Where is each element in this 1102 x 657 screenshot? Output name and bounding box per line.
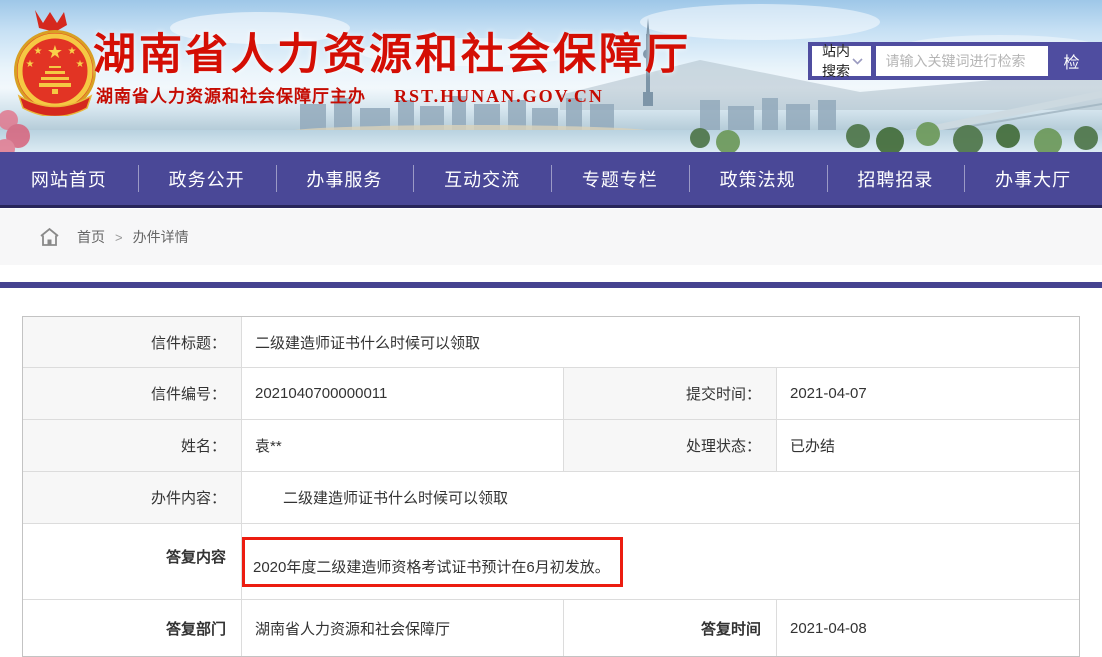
name-value: 袁**	[241, 419, 563, 471]
letter-no-label: 信件编号：	[23, 367, 241, 419]
letter-no-value: 2021040700000011	[241, 367, 563, 419]
nav-item-service-hall[interactable]: 办事大厅	[964, 152, 1102, 205]
nav-item-policies[interactable]: 政策法规	[688, 152, 827, 205]
main-nav: 网站首页 政务公开 办事服务 互动交流 专题专栏 政策法规 招聘招录 办事大厅	[0, 152, 1102, 208]
name-label: 姓名：	[23, 419, 241, 471]
breadcrumb-home-link[interactable]: 首页	[77, 227, 105, 247]
reply-time-label: 答复时间	[563, 599, 776, 656]
chevron-down-icon	[851, 57, 863, 65]
site-domain: RST.HUNAN.GOV.CN	[394, 86, 604, 106]
section-divider-bar	[0, 282, 1102, 288]
status-label: 处理状态：	[563, 419, 776, 471]
search-scope-label: 站内搜索	[822, 43, 850, 79]
nav-item-home[interactable]: 网站首页	[0, 152, 138, 205]
letter-title-value: 二级建造师证书什么时候可以领取	[241, 317, 1079, 367]
site-search-bar: 站内搜索 检 索	[808, 42, 1102, 80]
svg-text:★: ★	[47, 42, 63, 63]
national-emblem-logo: ★ ★ ★ ★ ★	[14, 10, 96, 116]
search-scope-select[interactable]: 站内搜索	[812, 43, 871, 79]
search-button[interactable]: 检 索	[1048, 42, 1102, 80]
search-input[interactable]	[875, 46, 1048, 76]
reply-dept-label: 答复部门	[23, 599, 241, 656]
reply-content-cell: 2020年度二级建造师资格考试证书预计在6月初发放。	[241, 523, 1079, 599]
reply-time-value: 2021-04-08	[776, 599, 1079, 656]
breadcrumb: 首页 > 办件详情	[0, 209, 1102, 265]
site-subtitle: 湖南省人力资源和社会保障厅主办	[96, 87, 366, 106]
status-value: 已办结	[776, 419, 1079, 471]
reply-content-highlight-box: 2020年度二级建造师资格考试证书预计在6月初发放。	[242, 537, 623, 587]
svg-text:★: ★	[26, 59, 35, 70]
letter-title-label: 信件标题：	[23, 317, 241, 367]
nav-item-gov-affairs[interactable]: 政务公开	[137, 152, 276, 205]
breadcrumb-current-page: 办件详情	[132, 229, 189, 245]
nav-item-recruitment[interactable]: 招聘招录	[826, 152, 965, 205]
letter-detail-table: 信件标题： 二级建造师证书什么时候可以领取 信件编号： 202104070000…	[22, 316, 1080, 657]
submit-time-value: 2021-04-07	[776, 367, 1079, 419]
submit-time-label: 提交时间：	[563, 367, 776, 419]
nav-item-topics[interactable]: 专题专栏	[551, 152, 689, 205]
site-title: 湖南省人力资源和社会保障厅	[93, 31, 691, 79]
home-icon[interactable]	[38, 226, 61, 248]
nav-item-interaction[interactable]: 互动交流	[413, 152, 551, 205]
breadcrumb-separator: >	[115, 229, 123, 245]
content-label: 办件内容：	[23, 471, 241, 523]
site-header: ★ ★ ★ ★ ★ 湖南省人力资源和社会保障厅 湖南省人力资源和社会保障厅主办 …	[0, 0, 1102, 152]
reply-content-label: 答复内容	[23, 523, 241, 599]
nav-item-services[interactable]: 办事服务	[275, 152, 414, 205]
svg-text:★: ★	[76, 59, 85, 70]
content-value: 二级建造师证书什么时候可以领取	[241, 471, 1079, 523]
svg-text:★: ★	[68, 46, 77, 57]
reply-dept-value: 湖南省人力资源和社会保障厅	[241, 599, 563, 656]
svg-text:★: ★	[34, 46, 43, 57]
